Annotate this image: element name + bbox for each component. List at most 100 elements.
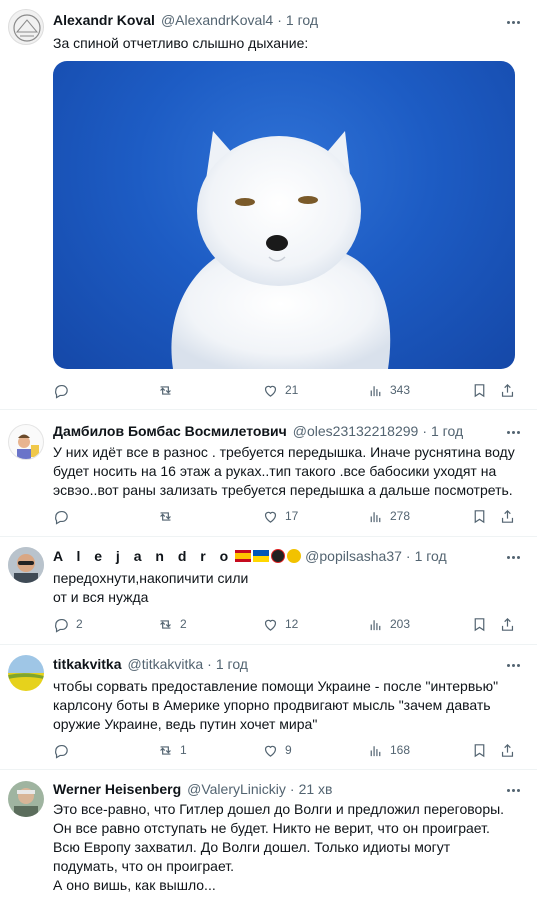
views-icon xyxy=(370,385,381,396)
separator-dot: · xyxy=(422,423,427,439)
tweet-header: titkakvitka @titkakvitka · 1 год xyxy=(53,654,248,674)
more-icon[interactable] xyxy=(503,780,523,800)
author-name[interactable]: Дамбилов Бомбас Восмилетович xyxy=(53,421,287,441)
author-name[interactable]: Werner Heisenberg xyxy=(53,779,181,799)
retweet-icon xyxy=(160,511,171,521)
tweet-2[interactable]: Дамбилов Бомбас Восмилетович @oles231322… xyxy=(0,410,537,537)
avatar[interactable] xyxy=(8,9,44,45)
bookmark-icon xyxy=(474,617,485,631)
bookmark-button[interactable] xyxy=(471,740,488,760)
ukraine-flag-icon xyxy=(253,550,270,562)
reply-button[interactable] xyxy=(53,740,76,760)
spain-flag-icon xyxy=(235,550,252,562)
views-icon xyxy=(370,619,381,630)
tweet-text: Это все-равно, что Гитлер дошел до Волги… xyxy=(53,801,505,893)
tweet-text: передохнути,накопичити сили от и вся нуж… xyxy=(53,570,249,605)
avatar[interactable] xyxy=(8,424,44,460)
views-button[interactable]: 203 xyxy=(367,614,410,634)
reply-icon xyxy=(55,384,68,399)
retweet-icon xyxy=(160,385,171,395)
tweet-text: У них идёт все в разнос . требуется пере… xyxy=(53,444,515,498)
retweet-icon xyxy=(160,745,171,755)
reply-button[interactable]: 2 xyxy=(53,614,83,634)
retweet-button[interactable] xyxy=(157,380,180,400)
tweet-1[interactable]: Alexandr Koval @AlexandrKoval4 · 1 год З… xyxy=(0,0,537,410)
share-button[interactable] xyxy=(499,506,516,526)
retweet-button[interactable]: 2 xyxy=(157,614,187,634)
like-icon xyxy=(264,745,277,757)
views-button[interactable]: 278 xyxy=(367,506,410,526)
timestamp[interactable]: 1 год xyxy=(286,10,318,30)
tweet-4[interactable]: titkakvitka @titkakvitka · 1 год чтобы с… xyxy=(0,645,537,770)
retweet-icon xyxy=(160,619,171,629)
share-button[interactable] xyxy=(499,380,516,400)
like-button[interactable]: 9 xyxy=(262,740,292,760)
avatar[interactable] xyxy=(8,547,44,583)
timestamp[interactable]: 1 год xyxy=(415,546,447,566)
more-icon[interactable] xyxy=(503,547,523,567)
reply-icon xyxy=(55,618,68,633)
like-button[interactable]: 21 xyxy=(262,380,298,400)
author-handle[interactable]: @titkakvitka xyxy=(127,654,203,674)
reply-button[interactable] xyxy=(53,506,76,526)
author-handle[interactable]: @popilsasha37 xyxy=(305,546,402,566)
timestamp[interactable]: 21 хв xyxy=(299,779,333,799)
more-icon[interactable] xyxy=(503,655,523,675)
views-button[interactable]: 343 xyxy=(367,380,410,400)
bookmark-icon xyxy=(474,509,485,523)
author-name[interactable]: titkakvitka xyxy=(53,654,121,674)
share-icon xyxy=(501,743,514,757)
views-button[interactable]: 168 xyxy=(367,740,410,760)
tweet-actions: 21 343 xyxy=(53,380,523,400)
separator-dot: · xyxy=(405,548,411,564)
separator-dot: · xyxy=(277,12,282,28)
tweet-header: Werner Heisenberg @ValeryLinickiy · 21 х… xyxy=(53,779,332,799)
reply-icon xyxy=(55,510,68,525)
avatar[interactable] xyxy=(8,655,44,691)
radiation-icon xyxy=(287,549,302,563)
tweet-5[interactable]: Werner Heisenberg @ValeryLinickiy · 21 х… xyxy=(0,770,537,901)
arctic-fox-photo xyxy=(171,131,391,369)
separator-dot: · xyxy=(207,656,212,672)
author-name[interactable]: Alexandr Koval xyxy=(53,10,155,30)
share-icon xyxy=(501,383,514,397)
like-icon xyxy=(264,511,277,523)
author-name[interactable]: A l e j a n d r o xyxy=(53,546,233,566)
author-handle[interactable]: @ValeryLinickiy xyxy=(187,779,286,799)
like-button[interactable]: 17 xyxy=(262,506,298,526)
timestamp[interactable]: 1 год xyxy=(431,421,463,441)
more-icon[interactable] xyxy=(503,12,523,32)
tweet-header: Дамбилов Бомбас Восмилетович @oles231322… xyxy=(53,421,463,441)
views-icon xyxy=(370,745,381,756)
bookmark-button[interactable] xyxy=(471,380,488,400)
tweet-image[interactable] xyxy=(53,61,515,369)
tweet-text: За спиной отчетливо слышно дыхание: xyxy=(53,35,309,51)
like-icon xyxy=(264,385,277,397)
share-button[interactable] xyxy=(499,740,516,760)
share-button[interactable] xyxy=(499,614,516,634)
avatar[interactable] xyxy=(8,781,44,817)
more-icon[interactable] xyxy=(503,422,523,442)
tweet-text: чтобы сорвать предоставление помощи Укра… xyxy=(53,678,499,732)
tweet-actions: 17 278 xyxy=(53,506,523,526)
views-icon xyxy=(370,511,381,522)
bookmark-icon xyxy=(474,743,485,757)
like-button[interactable]: 12 xyxy=(262,614,298,634)
separator-dot: · xyxy=(289,781,295,797)
age-restriction-icon xyxy=(271,549,286,563)
retweet-button[interactable]: 1 xyxy=(157,740,187,760)
reply-button[interactable] xyxy=(53,380,76,400)
author-handle[interactable]: @AlexandrKoval4 xyxy=(161,10,273,30)
bookmark-icon xyxy=(474,383,485,397)
tweet-actions: 2 2 12 203 xyxy=(53,614,523,634)
tweet-header: Alexandr Koval @AlexandrKoval4 · 1 год xyxy=(53,10,318,30)
author-handle[interactable]: @oles23132218299 xyxy=(293,421,419,441)
tweet-header: A l e j a n d r o @popilsasha37 · 1 год xyxy=(53,546,447,566)
retweet-button[interactable] xyxy=(157,506,180,526)
timestamp[interactable]: 1 год xyxy=(216,654,248,674)
tweet-3[interactable]: A l e j a n d r o @popilsasha37 · 1 год … xyxy=(0,537,537,645)
bookmark-button[interactable] xyxy=(471,614,488,634)
share-icon xyxy=(501,617,514,631)
bookmark-button[interactable] xyxy=(471,506,488,526)
tweet-actions: 1 9 168 xyxy=(53,740,523,760)
